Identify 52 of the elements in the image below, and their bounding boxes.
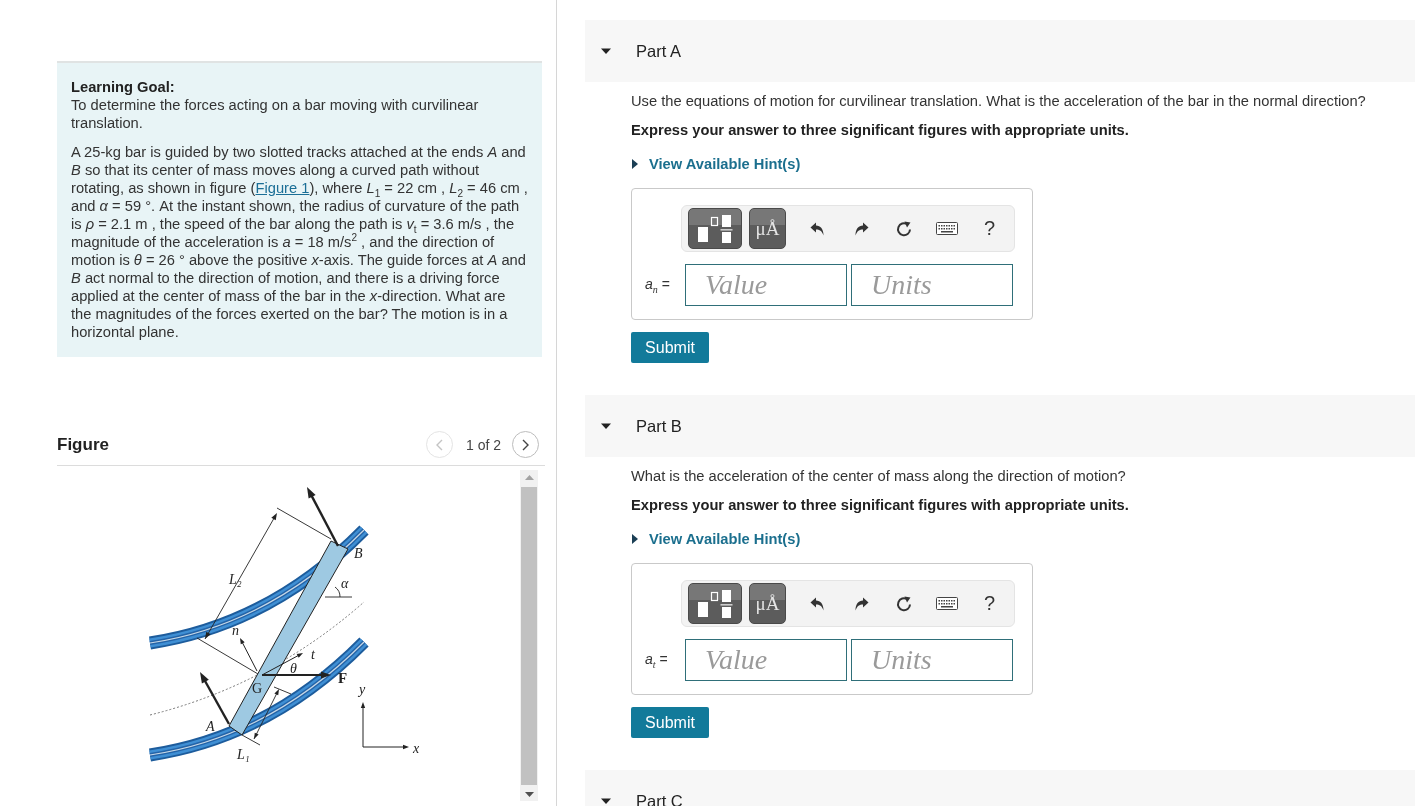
units-button[interactable]: μÅ xyxy=(749,583,786,624)
units-input[interactable]: Units xyxy=(851,264,1013,306)
diagram-label: A xyxy=(206,719,215,734)
keyboard-icon xyxy=(935,597,958,610)
keyboard-icon xyxy=(935,222,958,235)
answer-variable: a$_{n}$ = xyxy=(645,275,671,295)
diagram-label: G xyxy=(252,681,263,696)
figure-counter: 1 of 2 xyxy=(465,436,501,453)
submit-button[interactable]: Submit xyxy=(631,707,709,738)
problem-text: A 25-kg bar is guided by two slotted tracks attached at the ends A and B so that its center of mass moves along a curved path without rotating, as shown in figure (Figure 1), where L$_{1}$ = 22 cm , L$_{2}$ = 46 cm , and α = 59 °. At the instant shown, the radius of curvature of the path is ρ = 2.1 m , the speed of the bar along the path is v$_{t}$ = 3.6 m/s , the magnitude of the acceleration is a = 18 m/s$^{2}$ , and the direction of motion is θ = 26 ° above the positive x-axis. The guide forces at A and B act normal to the direction of motion, and there is a driving force applied at the center of mass of the bar in the x-direction. What are the magnitudes of the forces exerted on the bar? The motion is in a horizontal plane. xyxy=(71,143,528,341)
help-button[interactable]: ? xyxy=(968,583,1011,624)
part-header[interactable]: Part A xyxy=(585,20,1415,82)
diagram-label: n xyxy=(232,623,239,638)
value-input[interactable]: Value xyxy=(685,639,847,681)
scrollbar-thumb[interactable] xyxy=(521,487,537,785)
scroll-down-icon[interactable] xyxy=(524,792,534,797)
value-input[interactable]: Value xyxy=(685,264,847,306)
part-header[interactable]: Part B xyxy=(585,395,1415,457)
figure-heading: Figure xyxy=(57,434,109,455)
chevron-left-icon xyxy=(435,438,443,451)
template-button[interactable] xyxy=(688,208,742,249)
question-text: What is the acceleration of the center of mass along the direction of motion? xyxy=(631,467,1127,485)
goal-text: To determine the forces acting on a bar moving with curvilinear translation. xyxy=(71,96,480,132)
hint-link[interactable]: View Available Hint(s) xyxy=(631,155,801,173)
diagram-label: B xyxy=(354,546,363,561)
diagram-label: t xyxy=(311,647,315,662)
diagram-label: α xyxy=(341,576,349,591)
diagram-label: θ xyxy=(290,661,297,676)
answer-variable: a$_{t}$ = xyxy=(645,650,669,670)
instruction-text: Express your answer to three significant figures with appropriate units. xyxy=(631,121,1130,139)
reset-icon xyxy=(895,220,912,237)
scrollbar[interactable] xyxy=(520,470,538,801)
part-header[interactable]: Part C xyxy=(585,770,1415,806)
diagram-label: F xyxy=(338,670,348,686)
reset-icon xyxy=(895,595,912,612)
diagram-label: y xyxy=(359,682,366,697)
help-button[interactable]: ? xyxy=(968,208,1011,249)
fraction-template-icon xyxy=(696,213,734,244)
units-input[interactable]: Units xyxy=(851,639,1013,681)
submit-button[interactable]: Submit xyxy=(631,332,709,363)
fraction-template-icon xyxy=(696,588,734,619)
units-button[interactable]: μÅ xyxy=(749,208,786,249)
instruction-text: Express your answer to three significant figures with appropriate units. xyxy=(631,496,1130,514)
diagram-label: L₁ xyxy=(237,747,250,762)
hint-link[interactable]: View Available Hint(s) xyxy=(631,530,801,548)
question-text: Use the equations of motion for curvilinear translation. What is the acceleration of the bar in the normal direction? xyxy=(631,92,1367,110)
diagram-label: x xyxy=(413,741,420,756)
chevron-right-icon xyxy=(522,438,529,451)
learning-goal-heading: Learning Goal: xyxy=(71,78,176,96)
template-button[interactable] xyxy=(688,583,742,624)
diagram-label: L₂ xyxy=(229,572,242,587)
figure-link[interactable]: Figure 1 xyxy=(255,180,310,196)
